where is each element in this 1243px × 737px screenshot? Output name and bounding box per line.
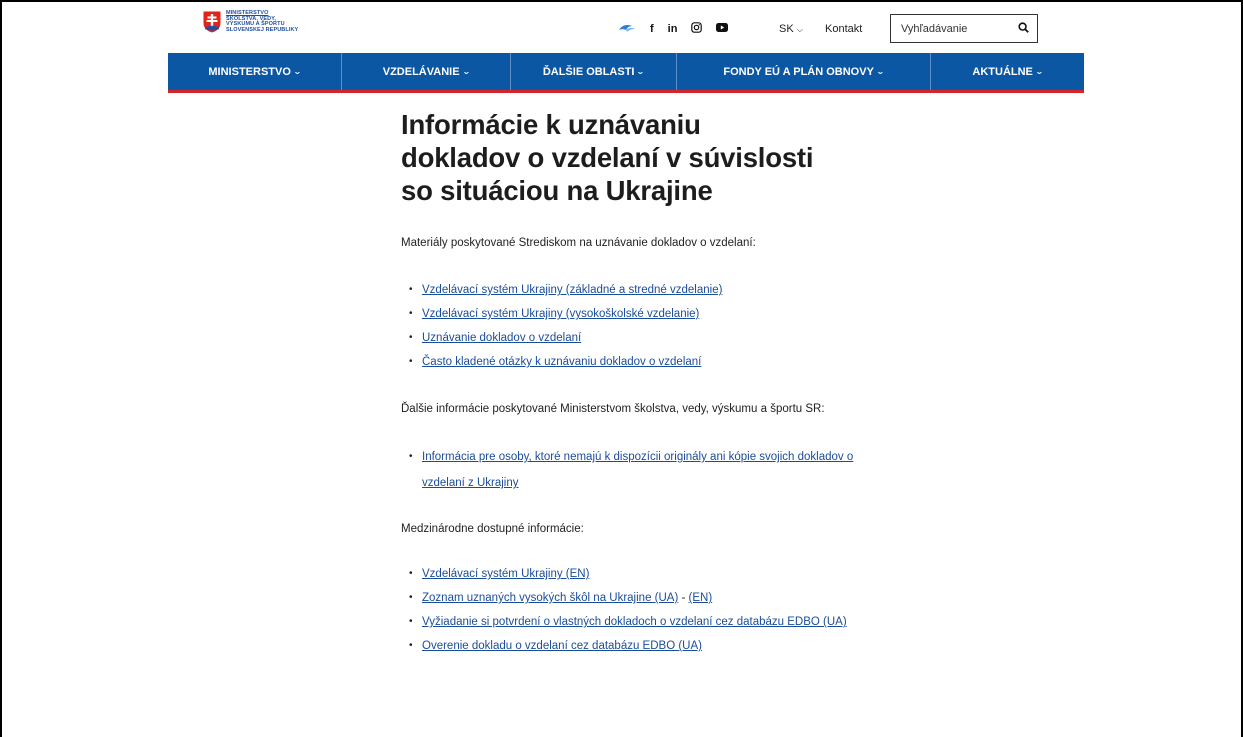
link-ua-system-en[interactable]: Vzdelávací systém Ukrajiny (EN): [422, 568, 589, 580]
contact-link[interactable]: Kontakt: [825, 23, 862, 35]
list-item: Vyžiadanie si potvrdení o vlastných dokl…: [401, 610, 861, 634]
chevron-down-icon: ⌄: [875, 67, 885, 76]
logo-text: MINISTERSTVO ŠKOLSTVA, VEDY, VÝSKUMU A Š…: [226, 10, 298, 33]
language-selector[interactable]: SK ⌵: [779, 23, 803, 35]
list-item: Informácia pre osoby, ktoré nemajú k dis…: [401, 444, 861, 496]
link-no-originals[interactable]: Informácia pre osoby, ktoré nemajú k dis…: [422, 451, 853, 489]
nav-item-label: AKTUÁLNE: [972, 65, 1033, 78]
nav-item-aktualne[interactable]: AKTUÁLNE ⌄: [931, 53, 1084, 90]
coat-of-arms-icon: [202, 10, 222, 34]
ministry-logo[interactable]: MINISTERSTVO ŠKOLSTVA, VEDY, VÝSKUMU A Š…: [202, 10, 298, 34]
youtube-icon[interactable]: [716, 23, 729, 35]
link-separator: -: [678, 592, 689, 604]
nav-item-vzdelavanie[interactable]: VZDELÁVANIE ⌄: [342, 53, 511, 90]
facebook-icon[interactable]: f: [650, 23, 654, 35]
nav-item-label: MINISTERSTVO: [208, 65, 291, 78]
list-item: Zoznam uznaných vysokých škôl na Ukrajin…: [401, 586, 861, 610]
search-input[interactable]: [901, 22, 1011, 35]
link-edbo-verify[interactable]: Overenie dokladu o vzdelaní cez databázu…: [422, 640, 702, 652]
nav-item-ministerstvo[interactable]: MINISTERSTVO ⌄: [168, 53, 342, 90]
main-content: Informácie k uznávaniu dokladov o vzdela…: [401, 108, 861, 658]
page-title-line: so situáciou na Ukrajine: [401, 175, 713, 206]
logo-line: SLOVENSKEJ REPUBLIKY: [226, 26, 299, 33]
page-title-line: dokladov o vzdelaní v súvislosti: [401, 142, 814, 173]
page-title: Informácie k uznávaniu dokladov o vzdela…: [401, 108, 861, 207]
nav-item-label: FONDY EÚ A PLÁN OBNOVY: [723, 65, 874, 78]
list-item: Uznávanie dokladov o vzdelaní: [401, 326, 861, 350]
section1-intro: Materiály poskytované Strediskom na uzná…: [401, 237, 756, 249]
list-item: Vzdelávací systém Ukrajiny (základné a s…: [401, 278, 861, 302]
list-item: Overenie dokladu o vzdelaní cez databázu…: [401, 634, 861, 658]
chevron-down-icon: ⌄: [636, 67, 646, 76]
section2-link-list: Informácia pre osoby, ktoré nemajú k dis…: [401, 444, 861, 496]
link-faq[interactable]: Často kladené otázky k uznávaniu doklado…: [422, 356, 701, 368]
language-label: SK: [779, 23, 794, 35]
link-ua-system-basic[interactable]: Vzdelávací systém Ukrajiny (základné a s…: [422, 284, 722, 296]
list-item: Často kladené otázky k uznávaniu doklado…: [401, 350, 861, 374]
search-box: [890, 14, 1038, 43]
chevron-down-icon: ⌵: [796, 25, 803, 34]
top-bar: MINISTERSTVO ŠKOLSTVA, VEDY, VÝSKUMU A Š…: [168, 10, 1084, 46]
chevron-down-icon: ⌄: [1034, 67, 1044, 76]
social-links: f in: [618, 22, 729, 36]
link-universities-en[interactable]: (EN): [689, 592, 713, 604]
section1-link-list: Vzdelávací systém Ukrajiny (základné a s…: [401, 278, 861, 374]
chevron-down-icon: ⌄: [461, 67, 471, 76]
list-item: Vzdelávací systém Ukrajiny (EN): [401, 562, 861, 586]
nav-item-label: VZDELÁVANIE: [382, 65, 460, 78]
main-navigation: MINISTERSTVO ⌄ VZDELÁVANIE ⌄ ĎALŠIE OBLA…: [168, 53, 1084, 90]
section3-intro: Medzinárodne dostupné informácie:: [401, 523, 584, 535]
linkedin-icon[interactable]: in: [668, 23, 678, 35]
list-item: Vzdelávací systém Ukrajiny (vysokoškolsk…: [401, 302, 861, 326]
eu-bird-icon[interactable]: [618, 23, 636, 36]
section2-intro: Ďalšie informácie poskytované Ministerst…: [401, 403, 825, 415]
page-title-line: Informácie k uznávaniu: [401, 109, 701, 140]
section3-link-list: Vzdelávací systém Ukrajiny (EN) Zoznam u…: [401, 562, 861, 658]
nav-accent-line: [168, 90, 1084, 93]
instagram-icon[interactable]: [691, 22, 703, 36]
nav-item-fondy-eu[interactable]: FONDY EÚ A PLÁN OBNOVY ⌄: [677, 53, 931, 90]
link-edbo-request[interactable]: Vyžiadanie si potvrdení o vlastných dokl…: [422, 616, 847, 628]
search-icon[interactable]: [1018, 20, 1029, 38]
nav-item-dalsie-oblasti[interactable]: ĎALŠIE OBLASTI ⌄: [511, 53, 677, 90]
link-ua-system-higher[interactable]: Vzdelávací systém Ukrajiny (vysokoškolsk…: [422, 308, 699, 320]
link-universities-ua[interactable]: Zoznam uznaných vysokých škôl na Ukrajin…: [422, 592, 678, 604]
chevron-down-icon: ⌄: [292, 67, 302, 76]
nav-item-label: ĎALŠIE OBLASTI: [542, 65, 635, 78]
link-recognition[interactable]: Uznávanie dokladov o vzdelaní: [422, 332, 581, 344]
